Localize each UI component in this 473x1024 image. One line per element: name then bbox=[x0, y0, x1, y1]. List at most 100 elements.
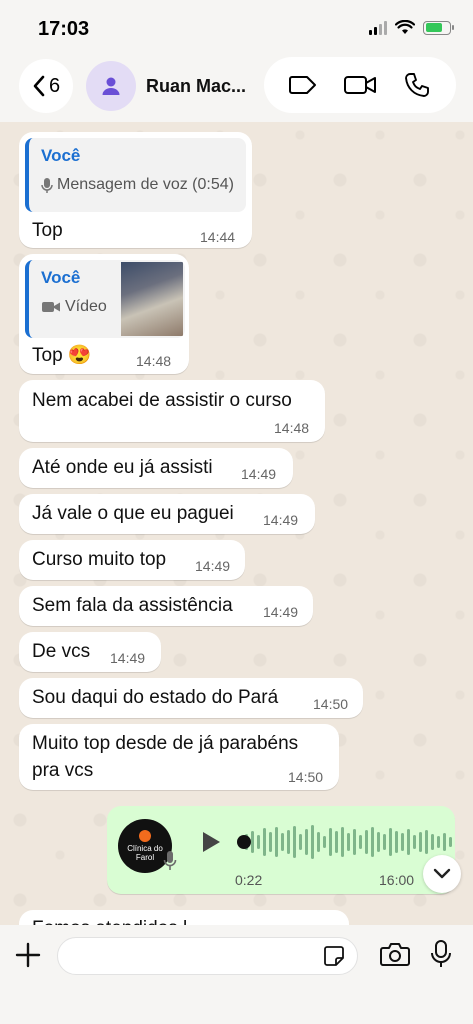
signal-icon bbox=[369, 20, 387, 35]
waveform-bar bbox=[419, 832, 422, 852]
message-bubble[interactable]: De vcs 14:49 bbox=[19, 632, 161, 672]
wifi-icon bbox=[395, 20, 415, 34]
playback-scrubber[interactable] bbox=[237, 835, 251, 849]
waveform-bar bbox=[383, 834, 386, 850]
message-text-line-2: pra vcs bbox=[32, 760, 94, 781]
waveform-bar bbox=[371, 827, 374, 857]
back-button[interactable]: 6 bbox=[19, 59, 73, 113]
mic-icon bbox=[163, 851, 177, 870]
status-bar: 17:03 bbox=[0, 0, 473, 52]
sticker-icon bbox=[324, 946, 344, 966]
status-icons bbox=[369, 20, 454, 35]
message-text: Curso muito top bbox=[32, 549, 167, 570]
chevron-left-icon bbox=[33, 75, 45, 97]
logo-icon bbox=[139, 830, 151, 842]
waveform-bar bbox=[347, 833, 350, 851]
message-bubble[interactable]: Você Mensagem de voz (0:54) Top 14:44 bbox=[19, 132, 252, 248]
avatar[interactable] bbox=[86, 61, 136, 111]
waveform-bar bbox=[359, 835, 362, 849]
waveform-bar bbox=[275, 827, 278, 857]
play-icon bbox=[203, 832, 220, 852]
message-text: Até onde eu já assisti bbox=[32, 457, 213, 478]
quoted-message[interactable]: Você Vídeo bbox=[25, 260, 185, 338]
play-button[interactable] bbox=[200, 830, 222, 859]
person-icon bbox=[102, 77, 120, 95]
sticker-button[interactable] bbox=[323, 945, 345, 972]
message-text: Sem fala da assistência bbox=[32, 595, 233, 616]
message-input-bar bbox=[0, 925, 473, 1024]
attach-button[interactable] bbox=[14, 941, 42, 974]
waveform-bar bbox=[263, 828, 266, 856]
video-icon bbox=[42, 302, 60, 312]
message-text-line-1: Muito top desde de já parabéns bbox=[32, 733, 299, 754]
waveform-bar bbox=[425, 830, 428, 854]
battery-icon bbox=[423, 20, 454, 35]
unread-count: 6 bbox=[48, 74, 61, 97]
message-text: Nem acabei de assistir o curso bbox=[32, 390, 292, 411]
camera-button[interactable] bbox=[380, 941, 410, 972]
record-voice-button[interactable] bbox=[430, 939, 452, 974]
waveform-bar bbox=[389, 828, 392, 856]
waveform-bar bbox=[407, 829, 410, 855]
message-time: 14:49 bbox=[110, 650, 146, 666]
mic-icon bbox=[41, 177, 53, 193]
audio-waveform[interactable] bbox=[239, 824, 452, 860]
camera-icon bbox=[380, 943, 410, 966]
video-camera-icon bbox=[343, 76, 376, 94]
scroll-to-bottom-button[interactable] bbox=[423, 855, 461, 893]
message-bubble[interactable]: Curso muito top 14:49 bbox=[19, 540, 245, 580]
message-bubble[interactable]: Sou daqui do estado do Pará 14:50 bbox=[19, 678, 363, 718]
quote-author: Você bbox=[41, 146, 81, 165]
waveform-bar bbox=[437, 836, 440, 848]
quote-author: Você bbox=[41, 268, 81, 287]
message-bubble[interactable]: Já vale o que eu paguei 14:49 bbox=[19, 494, 315, 534]
waveform-bar bbox=[323, 836, 326, 848]
label-button[interactable] bbox=[283, 65, 323, 105]
message-time: 14:49 bbox=[241, 466, 277, 482]
video-call-button[interactable] bbox=[340, 65, 380, 105]
message-text: Top 😍 bbox=[32, 345, 92, 366]
waveform-bar bbox=[281, 833, 284, 851]
waveform-bar bbox=[377, 832, 380, 852]
quoted-message[interactable]: Você Mensagem de voz (0:54) bbox=[25, 138, 246, 212]
message-time: 14:49 bbox=[195, 558, 231, 574]
message-time: 16:00 bbox=[379, 872, 415, 888]
message-bubble[interactable]: Muito top desde de já parabéns pra vcs 1… bbox=[19, 724, 339, 790]
quote-body: Vídeo bbox=[41, 298, 107, 316]
message-time: 14:49 bbox=[263, 512, 299, 528]
message-time: 14:49 bbox=[263, 604, 299, 620]
waveform-bar bbox=[431, 834, 434, 850]
message-text: De vcs bbox=[32, 641, 91, 662]
video-thumbnail[interactable] bbox=[121, 262, 183, 336]
message-time: 14:50 bbox=[313, 696, 349, 712]
status-time: 17:03 bbox=[38, 18, 90, 40]
waveform-bar bbox=[287, 830, 290, 854]
message-bubble[interactable]: Você Vídeo Top 😍 14:48 bbox=[19, 254, 189, 374]
message-text-field[interactable] bbox=[72, 938, 312, 974]
waveform-bar bbox=[401, 833, 404, 851]
chevron-down-icon bbox=[433, 868, 451, 879]
quote-text: Mensagem de voz (0:54) bbox=[57, 176, 234, 193]
waveform-bar bbox=[293, 826, 296, 858]
message-bubble[interactable]: Sem fala da assistência 14:49 bbox=[19, 586, 313, 626]
message-bubble[interactable]: Nem acabei de assistir o curso 14:48 bbox=[19, 380, 325, 442]
message-time: 14:48 bbox=[274, 420, 310, 436]
waveform-bar bbox=[299, 834, 302, 850]
waveform-bar bbox=[365, 830, 368, 854]
phone-icon bbox=[405, 73, 430, 97]
tag-icon bbox=[288, 76, 316, 94]
message-text: Já vale o que eu paguei bbox=[32, 503, 234, 524]
waveform-bar bbox=[443, 833, 446, 851]
waveform-bar bbox=[305, 829, 308, 855]
message-input[interactable] bbox=[57, 937, 358, 975]
contact-info[interactable]: Ruan Mac... bbox=[86, 59, 256, 113]
message-time: 14:44 bbox=[200, 229, 236, 245]
mic-icon bbox=[431, 940, 451, 967]
header-actions bbox=[264, 57, 456, 113]
waveform-bar bbox=[269, 832, 272, 852]
message-bubble[interactable]: Até onde eu já assisti 14:49 bbox=[19, 448, 293, 488]
waveform-bar bbox=[329, 828, 332, 856]
waveform-bar bbox=[251, 831, 254, 853]
voice-call-button[interactable] bbox=[397, 65, 437, 105]
voice-message-bubble[interactable]: Clínica do Farol 0:22 16:00 bbox=[107, 806, 455, 894]
